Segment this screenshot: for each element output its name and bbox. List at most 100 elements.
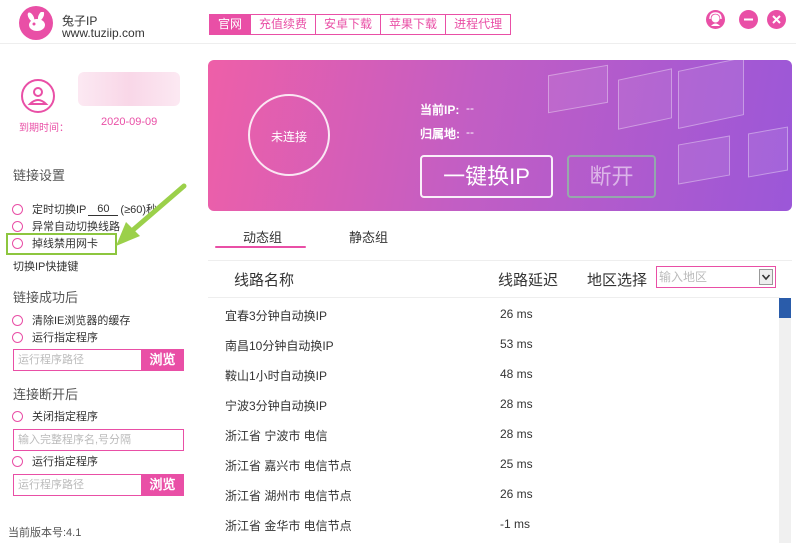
success-browse-button[interactable]: 浏览 <box>141 349 184 371</box>
close-icon <box>772 15 781 24</box>
line-delay: -1 ms <box>500 517 530 531</box>
hotkey-label[interactable]: 切换IP快捷键 <box>13 258 78 274</box>
region-select-placeholder: 输入地区 <box>659 270 708 284</box>
close-button[interactable] <box>767 10 786 29</box>
success-program-path-input[interactable]: 运行程序路径 <box>13 349 141 371</box>
table-row[interactable]: 宜春3分钟自动换IP 26 ms <box>208 299 776 329</box>
auto-switch-option[interactable]: 异常自动切换线路 <box>12 219 120 233</box>
clear-cache-radio[interactable] <box>12 314 23 326</box>
expire-label: 到期时间： <box>19 123 69 134</box>
line-delay: 28 ms <box>500 427 533 441</box>
close-program-radio[interactable] <box>12 410 23 422</box>
connection-status: 未连接 <box>270 130 307 144</box>
program-names-input[interactable]: 输入完整程序名,号分隔 <box>13 429 184 451</box>
nav-recharge[interactable]: 充值续费 <box>250 15 315 34</box>
close-program-option[interactable]: 关闭指定程序 <box>12 409 98 423</box>
clear-cache-label: 清除IE浏览器的缓存 <box>32 315 131 327</box>
on-success-title: 链接成功后 <box>13 290 79 305</box>
avatar[interactable] <box>21 79 55 113</box>
table-header-divider <box>208 297 780 298</box>
on-disconnect-title: 连接断开后 <box>13 387 79 402</box>
run-program-option-disconnect[interactable]: 运行指定程序 <box>12 454 98 468</box>
minimize-button[interactable] <box>739 10 758 29</box>
disable-nic-option[interactable]: 掉线禁用网卡 <box>12 236 98 250</box>
line-delay: 26 ms <box>500 307 533 321</box>
disable-nic-label: 掉线禁用网卡 <box>32 238 98 250</box>
line-name: 宜春3分钟自动换IP <box>225 309 328 323</box>
app-url: www.tuziip.com <box>62 26 145 40</box>
timed-switch-label: 定时切换IP <box>32 204 87 216</box>
success-path-row: 运行程序路径 浏览 <box>13 349 184 371</box>
table-row[interactable]: 南昌10分钟自动换IP 53 ms <box>208 329 776 359</box>
table-row[interactable]: 浙江省 金华市 电信节点 -1 ms <box>208 509 776 539</box>
minimize-icon <box>744 18 753 21</box>
disconnect-path-row: 运行程序路径 浏览 <box>13 474 184 496</box>
table-row[interactable]: 鞍山1小时自动换IP 48 ms <box>208 359 776 389</box>
nav-android-download[interactable]: 安卓下载 <box>315 15 380 34</box>
active-tab-indicator <box>215 246 306 248</box>
link-settings-title: 链接设置 <box>13 168 66 183</box>
auto-switch-radio[interactable] <box>12 220 23 232</box>
clear-cache-option[interactable]: 清除IE浏览器的缓存 <box>12 313 130 327</box>
run-program-label-success: 运行指定程序 <box>32 332 98 344</box>
chevron-down-icon <box>761 274 771 281</box>
run-program-radio-success[interactable] <box>12 331 23 343</box>
switch-ip-button[interactable]: 一键换IP <box>420 155 553 198</box>
line-name: 宁波3分钟自动换IP <box>225 399 328 413</box>
line-delay: 26 ms <box>500 487 533 501</box>
line-name: 南昌10分钟自动换IP <box>225 339 334 353</box>
nav-official-site[interactable]: 官网 <box>210 15 251 34</box>
table-row[interactable]: 浙江省 嘉兴市 电信节点 25 ms <box>208 449 776 479</box>
annotation-arrow-icon <box>116 183 187 246</box>
title-bar: 兔子IP www.tuziip.com 官网 充值续费 安卓下载 苹果下载 进程… <box>0 0 796 44</box>
connection-status-ring: 未连接 <box>248 94 330 176</box>
tab-static-group[interactable]: 静态组 <box>349 227 388 246</box>
scrollbar-thumb[interactable] <box>779 298 791 318</box>
header-line-delay: 线路延迟 <box>498 272 559 289</box>
rabbit-logo-icon <box>27 12 45 31</box>
table-scrollbar[interactable] <box>779 298 791 543</box>
run-program-option-success[interactable]: 运行指定程序 <box>12 330 98 344</box>
sidebar: 到期时间： 2020-09-09 链接设置 定时切换IP 60 (≥60)秒 异… <box>0 44 200 553</box>
close-program-label: 关闭指定程序 <box>32 411 98 423</box>
auto-switch-label: 异常自动切换线路 <box>32 221 120 233</box>
support-agent-icon <box>709 12 722 26</box>
header-region: 地区选择 <box>587 272 648 289</box>
line-delay: 53 ms <box>500 337 533 351</box>
line-name: 浙江省 湖州市 电信节点 <box>225 489 352 503</box>
tab-dynamic-group[interactable]: 动态组 <box>243 227 282 246</box>
version-label: 当前版本号:4.1 <box>8 527 82 539</box>
disconnect-button[interactable]: 断开 <box>567 155 656 198</box>
line-delay: 25 ms <box>500 457 533 471</box>
disconnect-program-path-input[interactable]: 运行程序路径 <box>13 474 141 496</box>
disconnect-browse-button[interactable]: 浏览 <box>141 474 184 496</box>
line-name: 浙江省 金华市 电信节点 <box>225 519 352 533</box>
connection-banner: 未连接 当前IP: -- 归属地: -- 一键换IP 断开 <box>208 60 792 211</box>
location-value: -- <box>466 125 474 139</box>
banner-decoration <box>748 126 788 178</box>
line-name: 浙江省 宁波市 电信 <box>225 429 328 443</box>
user-icon <box>27 87 49 105</box>
app-logo <box>19 6 53 40</box>
table-row[interactable]: 宁波3分钟自动换IP 28 ms <box>208 389 776 419</box>
table-row[interactable]: 浙江省 湖州市 电信节点 26 ms <box>208 479 776 509</box>
timed-switch-radio[interactable] <box>12 203 23 215</box>
banner-decoration <box>678 60 744 130</box>
line-name: 鞍山1小时自动换IP <box>225 369 328 383</box>
nav-ios-download[interactable]: 苹果下载 <box>380 15 445 34</box>
table-row[interactable]: 浙江省 宁波市 电信 28 ms <box>208 419 776 449</box>
customer-service-button[interactable] <box>706 10 725 29</box>
location-label: 归属地: <box>420 127 460 141</box>
disable-nic-radio[interactable] <box>12 237 23 249</box>
current-ip-value: -- <box>466 101 474 115</box>
run-program-radio-disconnect[interactable] <box>12 455 23 467</box>
region-select[interactable]: 输入地区 <box>656 266 776 288</box>
run-program-label-disconnect: 运行指定程序 <box>32 456 98 468</box>
banner-decoration <box>678 135 730 185</box>
nav-process-proxy[interactable]: 进程代理 <box>445 15 510 34</box>
region-dropdown-button[interactable] <box>759 269 773 285</box>
line-table: 线路名称 线路延迟 地区选择 输入地区 宜春3分钟自动换IP 26 ms 南昌1… <box>208 260 792 543</box>
top-nav: 官网 充值续费 安卓下载 苹果下载 进程代理 <box>209 14 512 35</box>
banner-decoration <box>618 68 672 130</box>
banner-decoration <box>548 64 608 114</box>
